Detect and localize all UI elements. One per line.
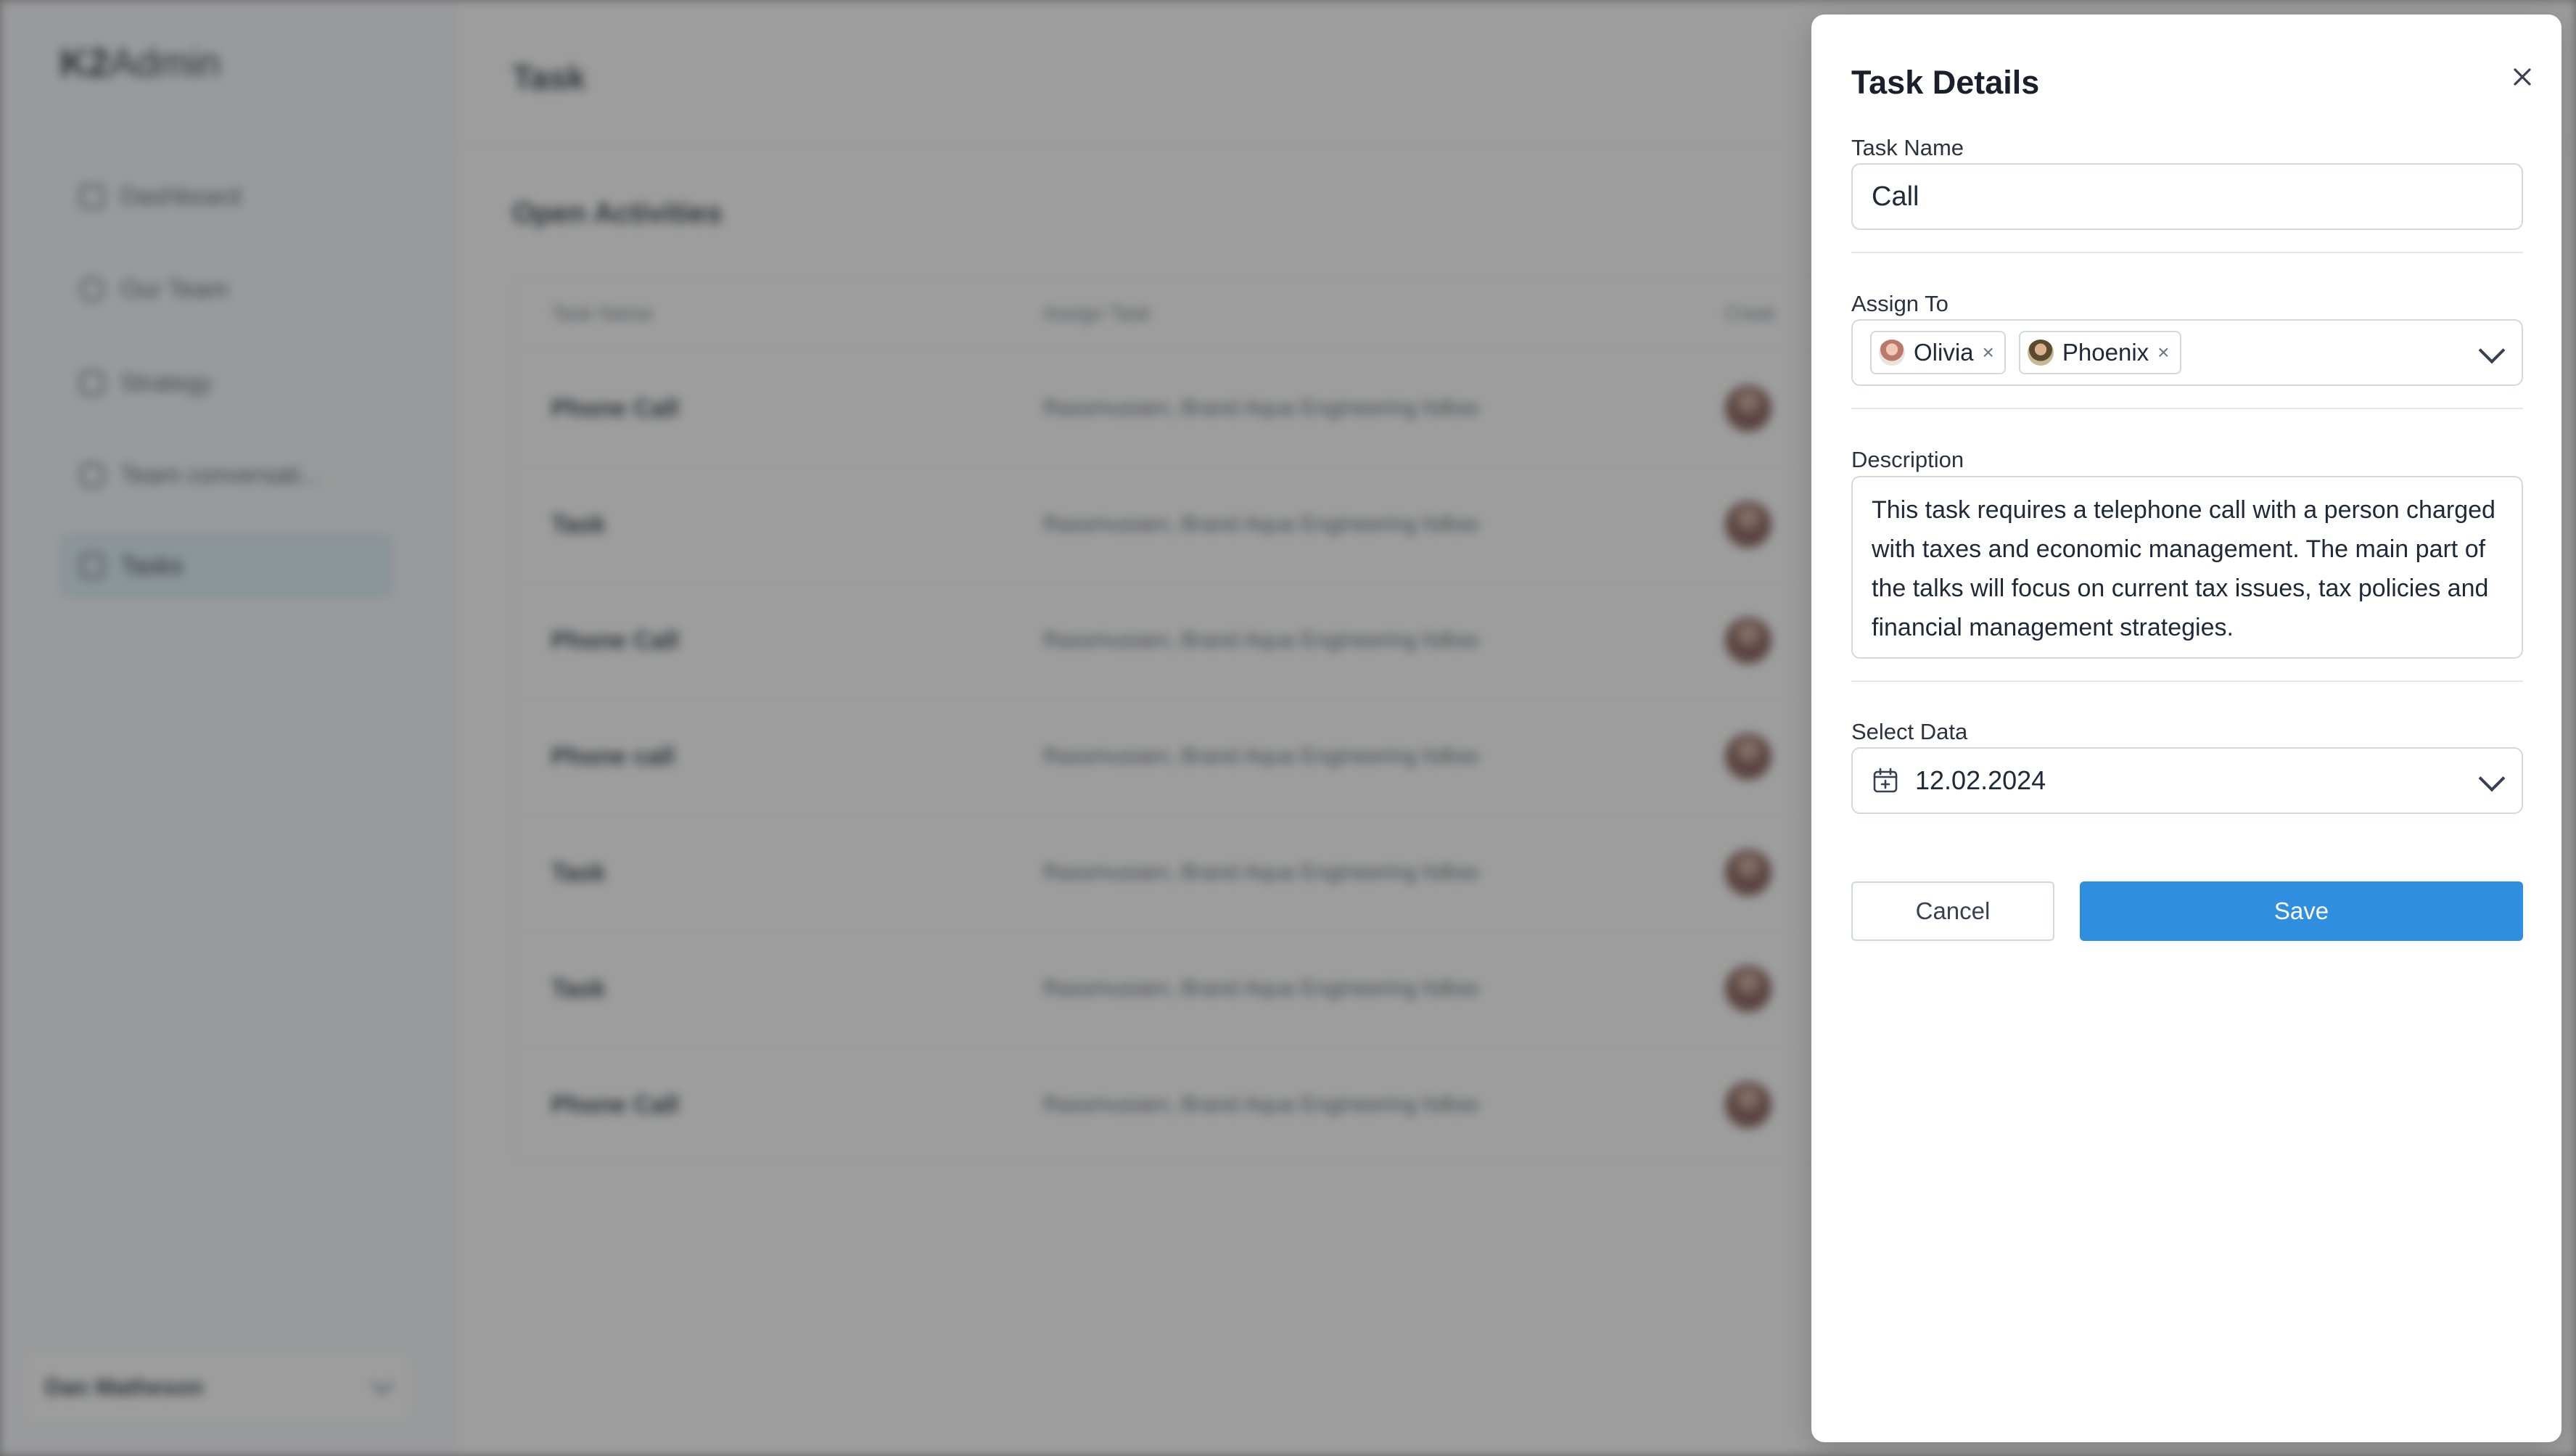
assignee-chip-olivia: Olivia × bbox=[1870, 331, 2006, 374]
avatar bbox=[1879, 340, 1905, 366]
date-picker[interactable]: 12.02.2024 bbox=[1851, 747, 2523, 814]
close-button[interactable] bbox=[2501, 55, 2544, 99]
select-date-label: Select Data bbox=[1851, 719, 1968, 744]
task-name-label: Task Name bbox=[1851, 135, 1964, 160]
remove-assignee-icon[interactable]: × bbox=[1983, 342, 1994, 363]
assignee-name: Olivia bbox=[1914, 339, 1974, 366]
assign-to-select[interactable]: Olivia × Phoenix × bbox=[1851, 319, 2523, 386]
close-icon bbox=[2514, 68, 2531, 86]
avatar bbox=[2027, 340, 2054, 366]
selected-date: 12.02.2024 bbox=[1915, 765, 2046, 795]
assignee-chip-phoenix: Phoenix × bbox=[2018, 331, 2181, 374]
panel-title: Task Details bbox=[1851, 64, 2040, 101]
assignee-chips: Olivia × Phoenix × bbox=[1870, 321, 2181, 384]
assign-to-label: Assign To bbox=[1851, 291, 1949, 316]
task-details-panel: Task Details Task Name Assign To Olivia … bbox=[1811, 15, 2561, 1442]
save-button[interactable]: Save bbox=[2080, 881, 2523, 941]
section-divider bbox=[1851, 408, 2523, 409]
remove-assignee-icon[interactable]: × bbox=[2157, 342, 2169, 363]
section-divider bbox=[1851, 680, 2523, 682]
description-text: This task requires a telephone call with… bbox=[1872, 496, 2495, 641]
task-name-field[interactable] bbox=[1851, 163, 2523, 230]
calendar-icon bbox=[1873, 768, 1898, 793]
chevron-down-icon[interactable] bbox=[2478, 765, 2506, 792]
task-name-input[interactable] bbox=[1853, 165, 2522, 229]
section-divider bbox=[1851, 252, 2523, 253]
description-label: Description bbox=[1851, 447, 1964, 472]
assignee-name: Phoenix bbox=[2062, 339, 2149, 366]
chevron-down-icon[interactable] bbox=[2478, 337, 2506, 364]
cancel-button[interactable]: Cancel bbox=[1851, 881, 2054, 941]
description-textarea[interactable]: This task requires a telephone call with… bbox=[1851, 476, 2523, 659]
